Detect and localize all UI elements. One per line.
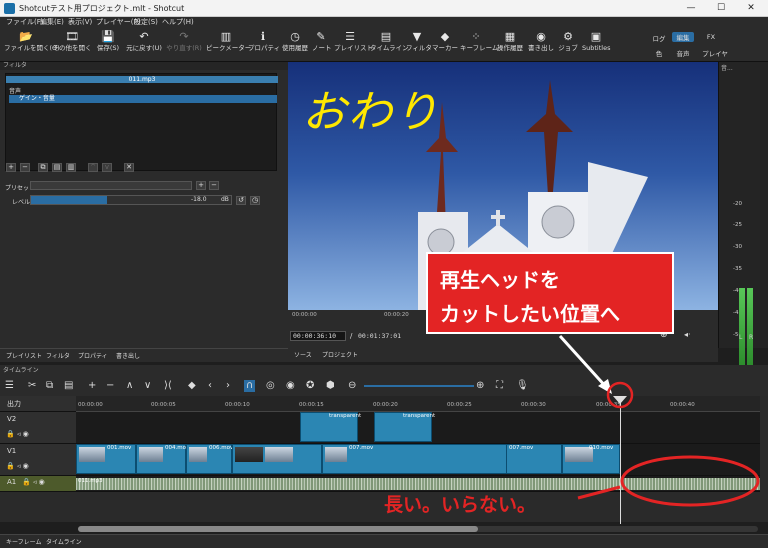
annotation-note: 長い。いらない。 bbox=[384, 494, 537, 516]
instruction-callout: 再生ヘッドを カットしたい位置へ bbox=[426, 252, 674, 334]
callout-line2: カットしたい位置へ bbox=[440, 302, 620, 326]
callout-line1: 再生ヘッドを bbox=[440, 268, 560, 292]
